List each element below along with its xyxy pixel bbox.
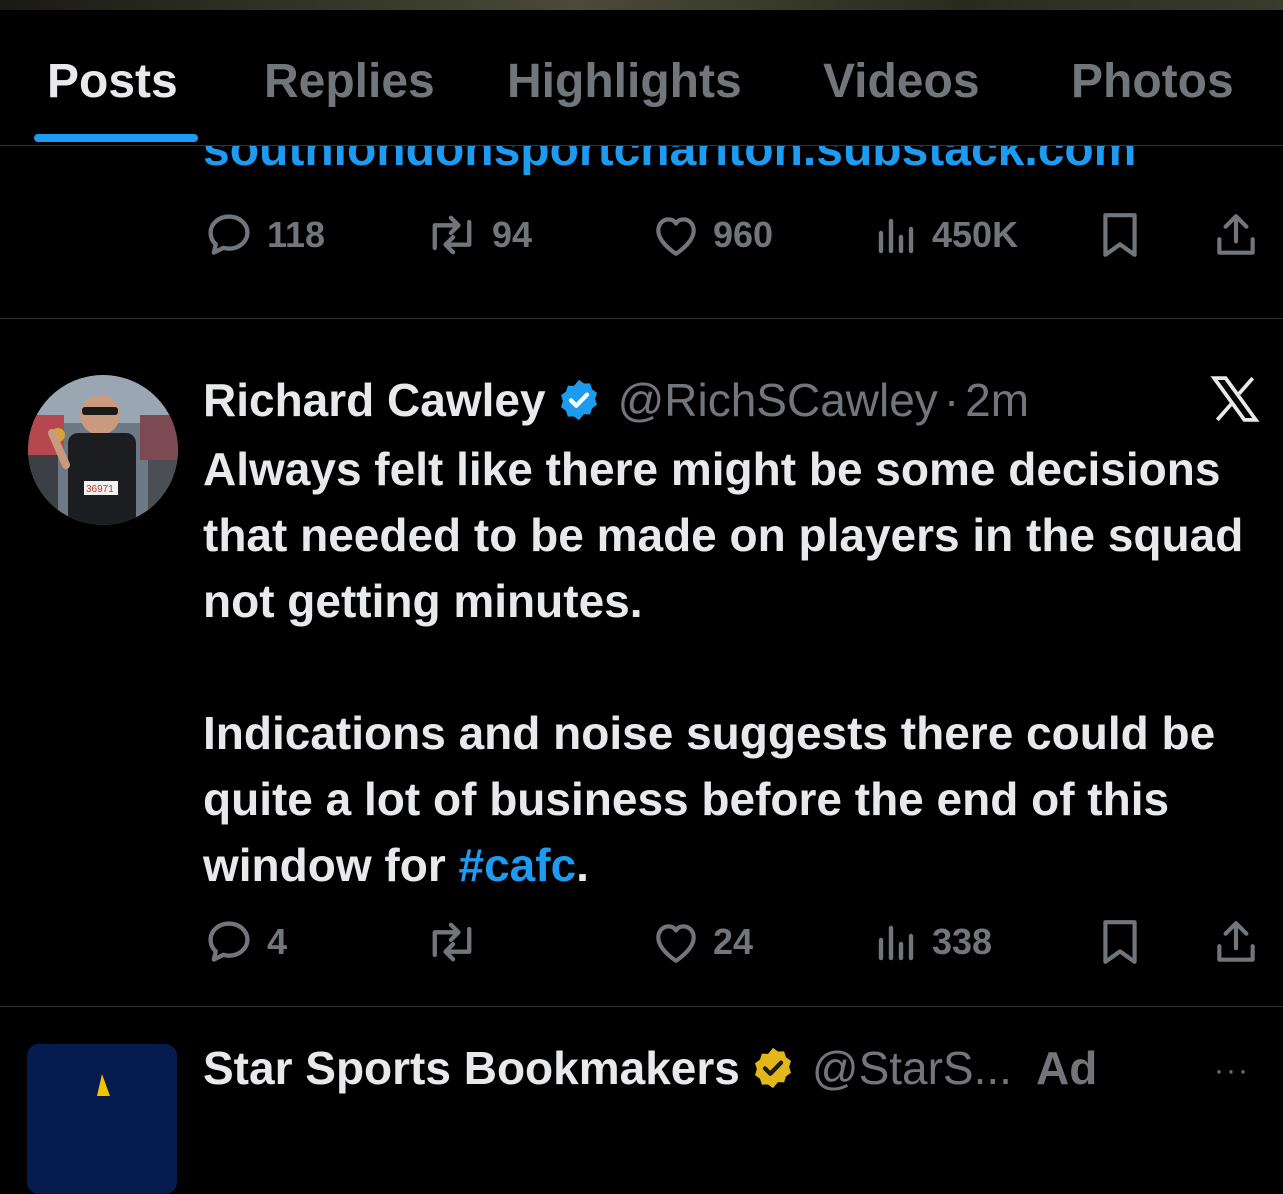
avatar[interactable]: 36971 xyxy=(28,375,178,525)
post-timestamp[interactable]: 2m xyxy=(965,373,1029,427)
prev-post-actions: 118 94 960 450K xyxy=(0,205,1283,265)
reply-button[interactable]: 118 xyxy=(203,205,325,265)
prev-post-link-text[interactable]: southlondonsportcharlton.substack.com xyxy=(203,146,1136,177)
views-button[interactable]: 450K xyxy=(874,205,1018,265)
share-icon xyxy=(1212,210,1260,260)
views-button[interactable]: 338 xyxy=(874,912,992,972)
tab-highlights[interactable]: Highlights xyxy=(507,54,742,109)
heart-icon xyxy=(651,918,701,966)
post-divider xyxy=(0,318,1283,319)
post-paragraph-1: Always felt like there might be some dec… xyxy=(203,443,1244,627)
views-icon xyxy=(874,211,920,259)
post-paragraph-2: Indications and noise suggests there cou… xyxy=(203,700,1263,898)
bookmark-icon xyxy=(1098,210,1142,260)
post-actions: 4 24 338 xyxy=(0,912,1283,972)
bookmark-button[interactable] xyxy=(1098,912,1142,972)
ad-author-name[interactable]: Star Sports Bookmakers xyxy=(203,1041,740,1095)
bookmark-button[interactable] xyxy=(1098,205,1142,265)
avatar-bib-number: 36971 xyxy=(86,484,114,495)
share-icon xyxy=(1212,917,1260,967)
repost-count: 94 xyxy=(492,214,533,255)
ad-label: Ad xyxy=(1035,1042,1098,1094)
like-count: 24 xyxy=(713,921,754,962)
like-button[interactable]: 960 xyxy=(651,205,773,265)
post-divider xyxy=(0,1006,1283,1007)
verified-badge-icon xyxy=(556,377,602,423)
active-tab-indicator xyxy=(34,134,198,142)
heart-icon xyxy=(651,211,701,259)
like-count: 960 xyxy=(713,214,774,255)
views-count: 450K xyxy=(932,214,1019,255)
views-count: 338 xyxy=(932,921,993,962)
share-button[interactable] xyxy=(1212,205,1260,265)
post-text: Always felt like there might be some dec… xyxy=(203,436,1263,898)
reply-icon xyxy=(203,209,255,261)
tab-posts[interactable]: Posts xyxy=(47,54,178,109)
status-strip xyxy=(0,0,1283,10)
reply-count: 118 xyxy=(267,214,326,255)
repost-button[interactable] xyxy=(424,912,492,972)
share-button[interactable] xyxy=(1212,912,1260,972)
ad-author-handle[interactable]: @StarS... xyxy=(812,1041,1012,1095)
repost-icon xyxy=(424,916,480,968)
views-icon xyxy=(874,918,920,966)
ad-avatar[interactable] xyxy=(27,1044,177,1194)
repost-icon xyxy=(424,209,480,261)
repost-button[interactable]: 94 xyxy=(424,205,532,265)
ad-post-header: Star Sports Bookmakers @StarS... Ad xyxy=(203,1040,1097,1096)
author-handle[interactable]: @RichSCawley xyxy=(618,373,938,427)
profile-tabs: Posts Replies Highlights Videos Photos xyxy=(0,10,1283,145)
reply-count: 4 xyxy=(267,921,288,962)
tab-videos[interactable]: Videos xyxy=(823,54,980,109)
post-paragraph-2-text: Indications and noise suggests there cou… xyxy=(203,707,1216,891)
tab-replies[interactable]: Replies xyxy=(264,54,435,109)
reply-button[interactable]: 4 xyxy=(203,912,287,972)
bookmark-icon xyxy=(1098,917,1142,967)
hashtag-link[interactable]: #cafc xyxy=(459,839,577,891)
x-logo-icon xyxy=(1210,376,1260,427)
gold-verified-badge-icon xyxy=(750,1045,796,1091)
author-name[interactable]: Richard Cawley xyxy=(203,373,546,427)
tab-photos[interactable]: Photos xyxy=(1071,54,1234,109)
like-button[interactable]: 24 xyxy=(651,912,753,972)
post-header: Richard Cawley @RichSCawley · 2m xyxy=(203,372,1029,428)
prev-post-link-card[interactable]: southlondonsportcharlton.substack.com xyxy=(0,146,1283,186)
post-paragraph-2-end: . xyxy=(576,839,589,891)
reply-icon xyxy=(203,916,255,968)
more-options-icon[interactable]: ··· xyxy=(1214,1054,1250,1088)
header-separator: · xyxy=(943,374,960,426)
